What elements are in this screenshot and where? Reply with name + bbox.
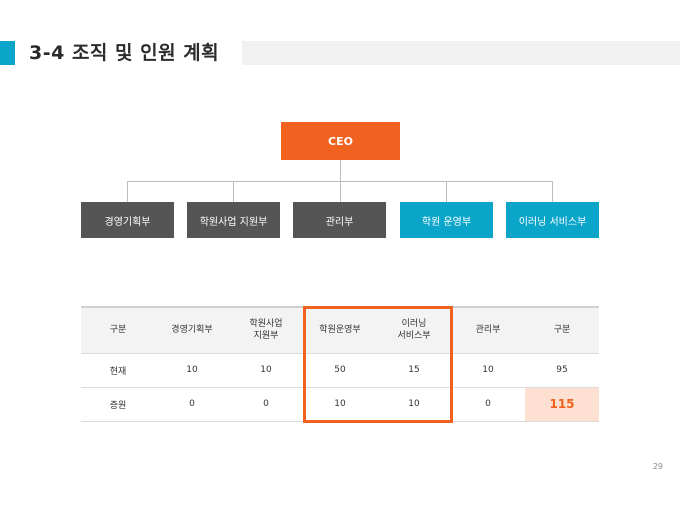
table-header-cell: 구분 <box>81 306 155 354</box>
table-cell: 95 <box>525 353 599 388</box>
table-cell: 현재 <box>81 353 155 388</box>
table-header-cell: 경영기획부 <box>155 306 229 354</box>
table-cell: 10 <box>155 353 229 388</box>
table-cell: 10 <box>229 353 303 388</box>
table-header-cell: 학원사업 지원부 <box>229 306 303 354</box>
connector-dept-5 <box>552 181 553 202</box>
org-dept-academy-operation: 학원 운영부 <box>400 202 493 238</box>
org-dept-elearning-service: 이러닝 서비스부 <box>506 202 599 238</box>
org-dept-academy-support: 학원사업 지원부 <box>187 202 280 238</box>
highlight-frame <box>303 306 453 423</box>
connector-dept-3 <box>340 181 341 202</box>
table-header-cell: 구분 <box>525 306 599 354</box>
table-cell: 0 <box>229 387 303 422</box>
org-dept-management: 관리부 <box>293 202 386 238</box>
connector-ceo-vertical <box>340 160 341 181</box>
table-cell: 0 <box>155 387 229 422</box>
page-number: 29 <box>652 462 663 471</box>
total-highlight-cell: 115 <box>525 387 599 422</box>
page-title: 3-4 조직 및 인원 계획 <box>29 42 220 64</box>
org-dept-planning: 경영기획부 <box>81 202 174 238</box>
title-accent-bar <box>0 41 15 65</box>
connector-dept-4 <box>446 181 447 202</box>
table-cell: 10 <box>451 353 525 388</box>
org-ceo-box: CEO <box>281 122 400 160</box>
connector-dept-2 <box>233 181 234 202</box>
table-header-cell: 관리부 <box>451 306 525 354</box>
connector-dept-1 <box>127 181 128 202</box>
title-underlay-bar <box>242 41 680 65</box>
table-cell: 증원 <box>81 387 155 422</box>
table-cell: 0 <box>451 387 525 422</box>
